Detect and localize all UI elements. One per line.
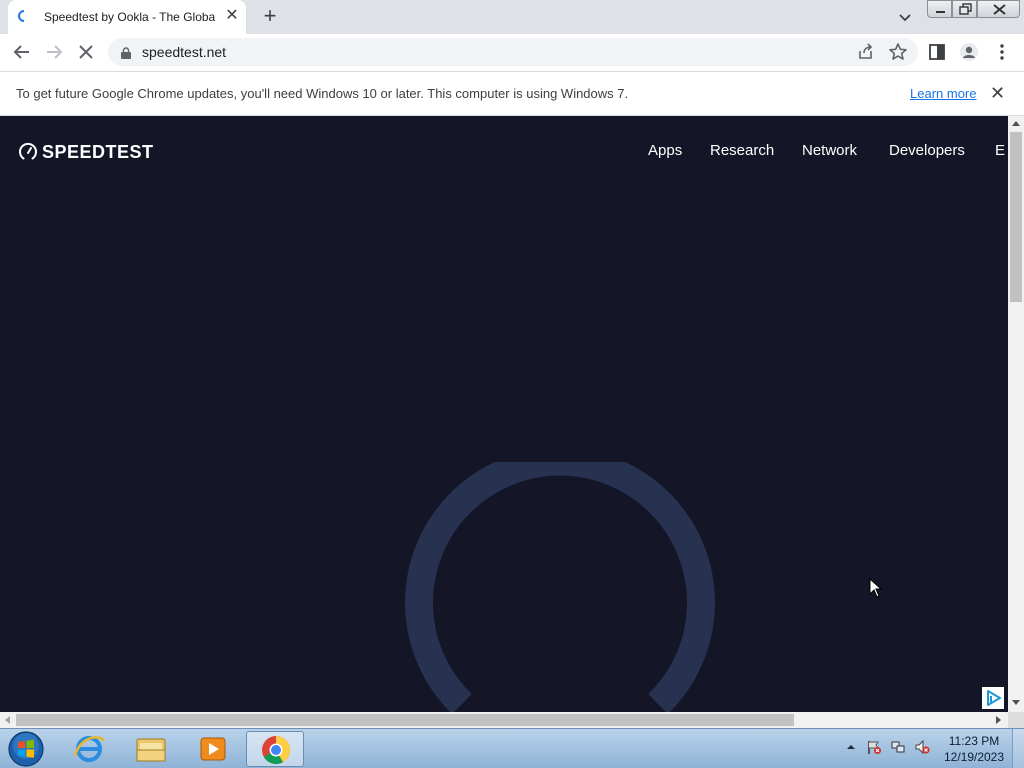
adchoices-icon[interactable] (982, 687, 1004, 709)
back-arrow-icon[interactable] (12, 42, 32, 62)
restore-button[interactable] (952, 0, 977, 18)
update-infobar: To get future Google Chrome updates, you… (0, 71, 1024, 116)
profile-avatar-icon[interactable] (959, 42, 979, 62)
speedtest-logo[interactable]: SPEEDTEST (18, 142, 154, 162)
vertical-scrollbar[interactable] (1008, 116, 1024, 712)
scroll-left-arrow-icon[interactable] (4, 716, 10, 724)
scroll-down-arrow-icon[interactable] (1012, 700, 1020, 706)
network-icon[interactable] (890, 739, 906, 755)
show-hidden-icons-arrow-icon[interactable] (843, 739, 859, 755)
new-tab-button[interactable]: + (258, 5, 282, 29)
nav-truncated-item[interactable]: E (995, 142, 1005, 159)
address-bar[interactable]: speedtest.net (108, 38, 918, 66)
browser-toolbar: speedtest.net (0, 34, 1024, 71)
speed-gauge-ring (405, 462, 715, 712)
nav-apps[interactable]: Apps (648, 142, 682, 159)
file-explorer-taskbar-icon[interactable] (122, 731, 180, 767)
share-icon[interactable] (856, 42, 876, 62)
clock-date: 12/19/2023 (943, 750, 1005, 764)
forward-arrow-icon[interactable] (44, 42, 64, 62)
start-button[interactable] (6, 730, 46, 768)
nav-developers[interactable]: Developers (889, 142, 965, 159)
speedtest-page: SPEEDTEST Apps Research Network Develope… (0, 116, 1008, 712)
show-desktop-button[interactable] (1012, 729, 1024, 768)
side-panel-icon[interactable] (927, 42, 947, 62)
browser-tab[interactable]: Speedtest by Ookla - The Global Broadban… (8, 0, 246, 34)
tab-search-icon[interactable] (896, 8, 914, 26)
vertical-scroll-thumb[interactable] (1010, 132, 1022, 302)
tab-strip: Speedtest by Ookla - The Global Broadban… (0, 0, 1024, 34)
windows-taskbar: 11:23 PM 12/19/2023 (0, 728, 1024, 768)
url-text: speedtest.net (142, 44, 227, 60)
tab-title: Speedtest by Ookla - The Global Broadban… (44, 10, 216, 24)
horizontal-scroll-thumb[interactable] (16, 714, 794, 726)
mouse-cursor-icon (869, 578, 883, 598)
loading-spinner-icon (15, 7, 33, 25)
logo-text: SPEEDTEST (42, 141, 154, 162)
bookmark-star-icon[interactable] (888, 42, 908, 62)
scroll-right-arrow-icon[interactable] (996, 716, 1002, 724)
close-window-button[interactable] (977, 0, 1020, 18)
minimize-button[interactable] (927, 0, 952, 18)
internet-explorer-taskbar-icon[interactable] (60, 731, 118, 767)
tab-close-button[interactable]: ✕ (224, 7, 240, 25)
learn-more-link[interactable]: Learn more (910, 86, 976, 101)
media-player-taskbar-icon[interactable] (184, 731, 242, 767)
infobar-message: To get future Google Chrome updates, you… (16, 86, 629, 101)
stop-loading-icon[interactable] (76, 42, 96, 62)
nav-network[interactable]: Network (802, 142, 857, 159)
nav-research[interactable]: Research (710, 142, 774, 159)
infobar-close-button[interactable]: ✕ (990, 83, 1005, 103)
menu-kebab-icon[interactable] (992, 42, 1012, 62)
clock-time: 11:23 PM (948, 734, 1000, 748)
volume-muted-icon[interactable] (914, 739, 930, 755)
chrome-taskbar-icon[interactable] (246, 731, 304, 767)
system-clock[interactable]: 11:23 PM 12/19/2023 (936, 733, 1012, 765)
action-center-flag-icon[interactable] (866, 739, 882, 755)
scroll-up-arrow-icon[interactable] (1012, 120, 1020, 126)
speedometer-icon (19, 142, 37, 160)
lock-icon[interactable] (121, 46, 131, 59)
scrollbar-corner (1008, 712, 1024, 728)
horizontal-scrollbar[interactable] (0, 712, 1008, 728)
